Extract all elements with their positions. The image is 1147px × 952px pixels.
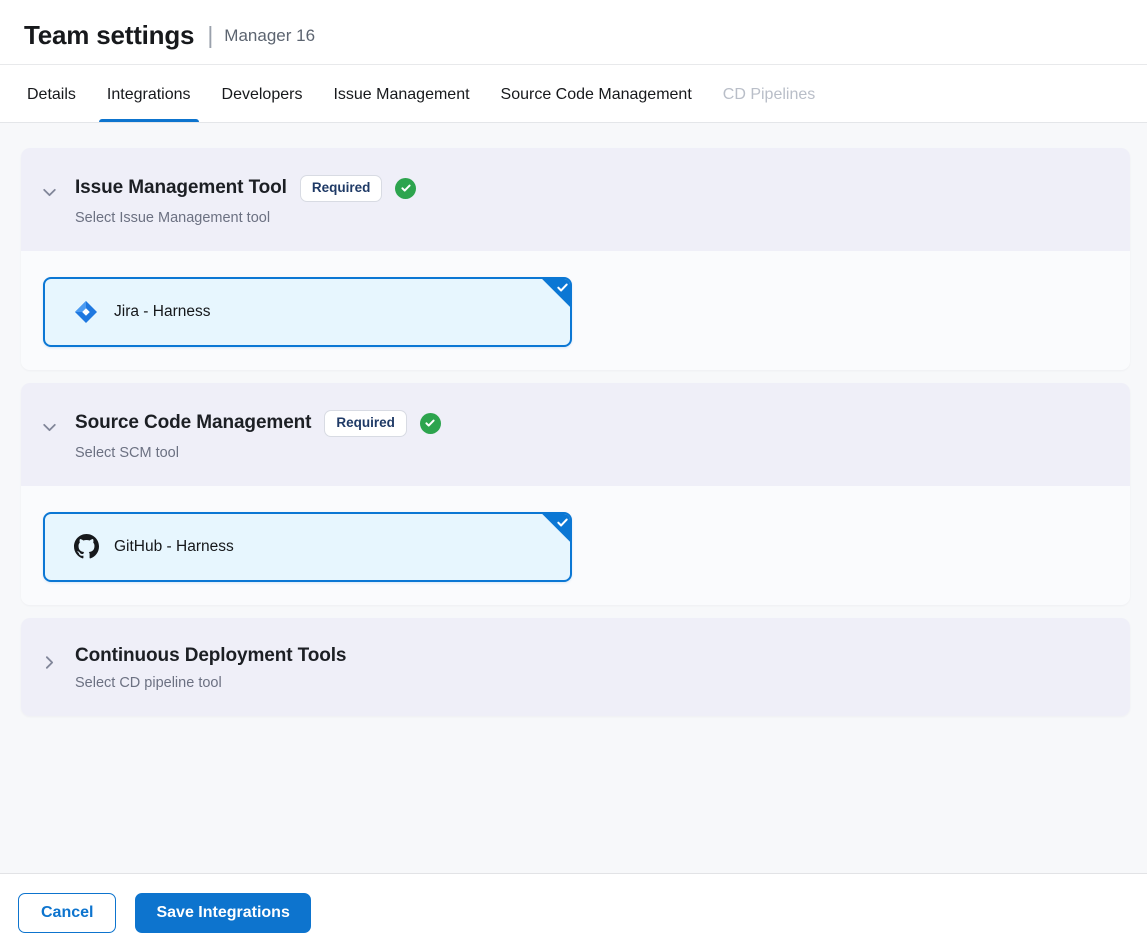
selected-check-icon (540, 277, 572, 309)
jira-icon (73, 299, 99, 325)
section-subtitle: Select Issue Management tool (75, 210, 1106, 226)
tool-card-label: Jira - Harness (114, 303, 210, 321)
section-heading: Issue Management Tool Required Select Is… (75, 175, 1106, 226)
github-icon (73, 534, 99, 560)
section-title: Source Code Management (75, 412, 311, 434)
section-scm-header[interactable]: Source Code Management Required Select S… (21, 383, 1130, 486)
section-issue-management-body: Jira - Harness (21, 251, 1130, 370)
section-subtitle: Select CD pipeline tool (75, 675, 1106, 691)
section-heading: Source Code Management Required Select S… (75, 410, 1106, 461)
selected-check-icon (540, 512, 572, 544)
title-separator: | (207, 22, 213, 49)
cancel-button[interactable]: Cancel (18, 893, 116, 933)
section-issue-management-header[interactable]: Issue Management Tool Required Select Is… (21, 148, 1130, 251)
section-cd-header[interactable]: Continuous Deployment Tools Select CD pi… (21, 618, 1130, 716)
chevron-down-icon[interactable] (41, 184, 58, 201)
team-settings-page: Team settings | Manager 16 Details Integ… (0, 0, 1147, 952)
tab-issue-management[interactable]: Issue Management (333, 65, 469, 122)
section-subtitle: Select SCM tool (75, 445, 1106, 461)
save-integrations-button[interactable]: Save Integrations (135, 893, 310, 933)
footer-action-bar: Cancel Save Integrations (0, 873, 1147, 952)
tab-details[interactable]: Details (27, 65, 76, 122)
section-continuous-deployment-tools: Continuous Deployment Tools Select CD pi… (21, 618, 1130, 716)
section-issue-management-tool: Issue Management Tool Required Select Is… (21, 148, 1130, 370)
page-title: Team settings (24, 20, 194, 51)
complete-check-icon (420, 413, 441, 434)
chevron-down-icon[interactable] (41, 419, 58, 436)
tool-card-github-harness[interactable]: GitHub - Harness (43, 512, 572, 582)
tab-integrations[interactable]: Integrations (107, 65, 191, 122)
section-title: Continuous Deployment Tools (75, 645, 346, 667)
required-badge: Required (324, 410, 407, 437)
tab-bar: Details Integrations Developers Issue Ma… (0, 65, 1147, 123)
section-heading: Continuous Deployment Tools Select CD pi… (75, 645, 1106, 691)
page-subtitle: Manager 16 (224, 26, 315, 46)
complete-check-icon (395, 178, 416, 199)
tab-developers[interactable]: Developers (222, 65, 303, 122)
tool-card-label: GitHub - Harness (114, 538, 234, 556)
tab-source-code-management[interactable]: Source Code Management (501, 65, 692, 122)
section-scm-body: GitHub - Harness (21, 486, 1130, 605)
integrations-content: Issue Management Tool Required Select Is… (0, 123, 1147, 873)
required-badge: Required (300, 175, 383, 202)
chevron-right-icon[interactable] (41, 654, 58, 671)
section-title: Issue Management Tool (75, 177, 287, 199)
tab-cd-pipelines: CD Pipelines (723, 65, 815, 122)
section-source-code-management: Source Code Management Required Select S… (21, 383, 1130, 605)
page-header: Team settings | Manager 16 (0, 0, 1147, 65)
tool-card-jira-harness[interactable]: Jira - Harness (43, 277, 572, 347)
